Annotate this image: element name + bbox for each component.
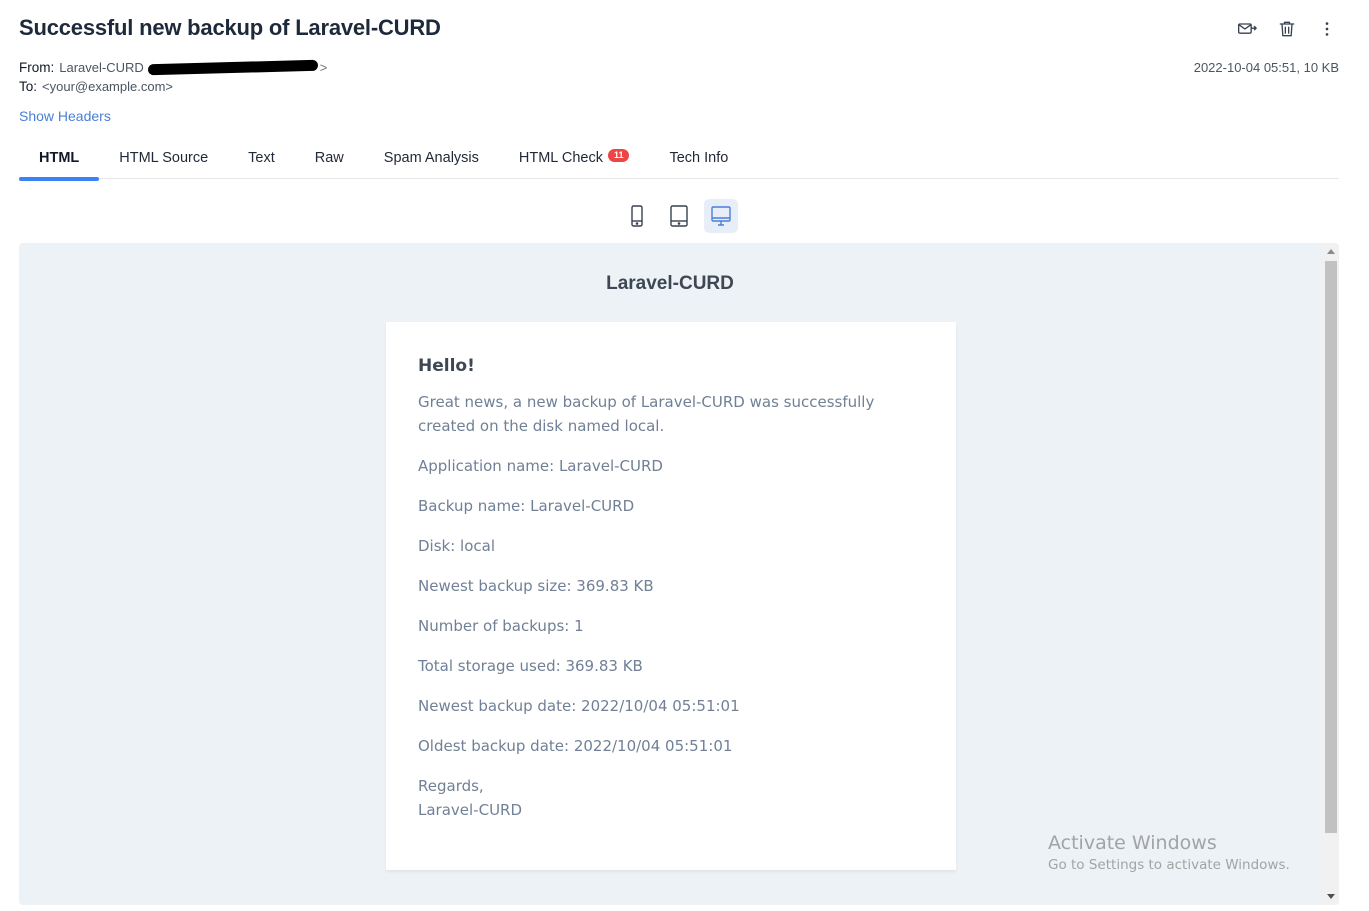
greeting: Hello! [418, 356, 475, 376]
device-switcher [620, 199, 738, 233]
detail-total-storage: Total storage used: 369.83 KB [418, 657, 643, 675]
scroll-up-arrow-icon[interactable] [1327, 249, 1335, 254]
watermark-title: Activate Windows [1048, 832, 1217, 854]
tab-label: Raw [314, 149, 344, 166]
tab-tech-info[interactable]: Tech Info [649, 136, 748, 179]
regards-text: Regards, [418, 777, 484, 795]
trash-icon[interactable] [1275, 18, 1299, 40]
from-name: Laravel-CURD [59, 60, 144, 75]
tab-raw[interactable]: Raw [295, 136, 364, 179]
windows-activation-watermark: Activate Windows Go to Settings to activ… [1048, 832, 1290, 873]
detail-oldest-backup-date: Oldest backup date: 2022/10/04 05:51:01 [418, 737, 733, 755]
to-label: To: [19, 79, 38, 94]
detail-backup-name: Backup name: Laravel-CURD [418, 497, 635, 515]
email-body-card: Hello! Great news, a new backup of Larav… [386, 322, 956, 870]
detail-number-of-backups: Number of backups: 1 [418, 617, 584, 635]
tab-html-check[interactable]: HTML Check 11 [499, 136, 650, 179]
detail-disk: Disk: local [418, 537, 495, 555]
to-row: To: <your@example.com> [19, 79, 173, 94]
preview-scrollbar[interactable] [1322, 243, 1339, 905]
email-subject: Successful new backup of Laravel-CURD [19, 15, 441, 40]
preview-app-title: Laravel-CURD [606, 273, 734, 294]
tab-text[interactable]: Text [228, 136, 295, 179]
redacted-address [147, 59, 318, 76]
detail-newest-backup-date: Newest backup date: 2022/10/04 05:51:01 [418, 697, 740, 715]
show-headers-link[interactable]: Show Headers [19, 108, 111, 124]
mobile-icon[interactable] [620, 199, 654, 233]
detail-application-name: Application name: Laravel-CURD [418, 457, 663, 475]
watermark-subtitle: Go to Settings to activate Windows. [1048, 857, 1290, 873]
tab-label: Tech Info [669, 149, 729, 166]
tab-label: HTML Check [518, 149, 603, 166]
tablet-icon[interactable] [662, 199, 696, 233]
from-address-tail: > [319, 60, 328, 75]
tab-label: Text [248, 149, 275, 166]
scroll-thumb[interactable] [1325, 261, 1337, 833]
from-row: From: Laravel-CURD > [19, 59, 328, 76]
signature-text: Laravel-CURD [418, 801, 523, 819]
email-preview-frame: Laravel-CURD Hello! Great news, a new ba… [19, 243, 1339, 905]
more-vertical-icon[interactable] [1315, 18, 1339, 40]
tab-spam-analysis[interactable]: Spam Analysis [364, 136, 499, 179]
sign-off: Regards, Laravel-CURD [418, 774, 924, 822]
detail-newest-backup-size: Newest backup size: 369.83 KB [418, 577, 654, 595]
email-date-size: 2022-10-04 05:51, 10 KB [1193, 60, 1339, 75]
intro-text: Great news, a new backup of Laravel-CURD… [418, 393, 875, 435]
email-actions [1235, 18, 1339, 40]
tab-label: Spam Analysis [383, 149, 479, 166]
view-tabs: HTML HTML Source Text Raw Spam Analysis … [19, 136, 1339, 181]
tab-html-source[interactable]: HTML Source [99, 136, 228, 179]
scroll-down-arrow-icon[interactable] [1327, 894, 1335, 899]
html-check-badge: 11 [607, 149, 630, 162]
from-label: From: [19, 60, 55, 75]
desktop-icon[interactable] [704, 199, 738, 233]
tab-html[interactable]: HTML [19, 136, 100, 181]
tab-label: HTML Source [119, 149, 209, 166]
to-address: <your@example.com> [42, 79, 173, 94]
tab-label: HTML [39, 149, 80, 166]
forward-mail-icon[interactable] [1235, 18, 1259, 40]
